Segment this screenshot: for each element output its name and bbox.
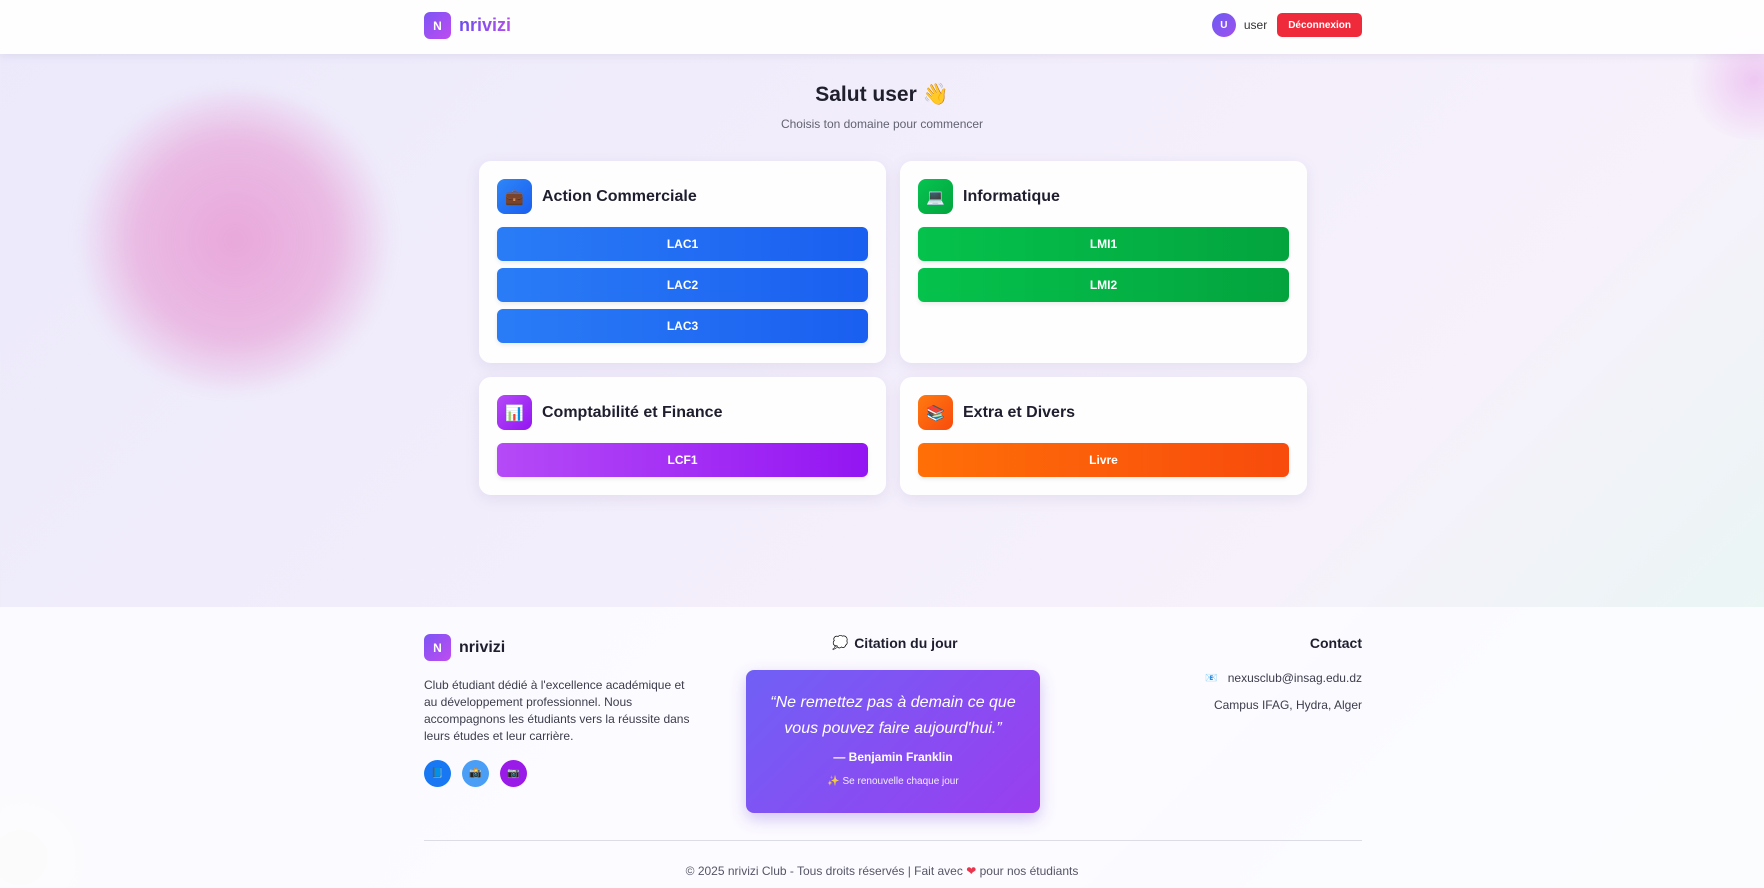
contact-heading: Contact: [1309, 635, 1362, 651]
brand-name: nrivizi: [459, 15, 512, 35]
level-button-livre[interactable]: Livre: [918, 443, 1289, 477]
bar-chart-icon: 📊: [497, 395, 532, 430]
quote-heading-label: Citation du jour: [854, 635, 958, 651]
level-button-lac1[interactable]: LAC1: [497, 227, 868, 261]
domain-card-comptabilite: 📊 Comptabilité et Finance LCF1: [479, 377, 886, 495]
quote-text: “Ne remettez pas à demain ce que vous po…: [770, 694, 1016, 737]
footer: N nrivizi Club étudiant dédié à l'excell…: [0, 607, 1764, 888]
domain-title: Comptabilité et Finance: [542, 403, 723, 421]
level-button-lac3[interactable]: LAC3: [497, 309, 868, 343]
domain-title: Informatique: [963, 187, 1060, 205]
level-button-lmi2[interactable]: LMI2: [918, 268, 1289, 302]
speech-bubble-icon: 💭: [832, 635, 849, 650]
level-button-lmi1[interactable]: LMI1: [918, 227, 1289, 261]
top-navbar: N nrivizi U user Déconnexion: [0, 0, 1764, 54]
domain-title: Action Commerciale: [542, 187, 697, 205]
logo-icon: N: [424, 634, 451, 661]
avatar[interactable]: U: [1211, 13, 1236, 37]
contact-email[interactable]: 📧 nexusclub@insag.edu.dz: [1205, 671, 1362, 685]
level-button-lac2[interactable]: LAC2: [497, 268, 868, 302]
footer-brand: N nrivizi: [424, 634, 505, 661]
domain-title: Extra et Divers: [963, 403, 1076, 421]
level-button-lcf1[interactable]: LCF1: [497, 443, 868, 477]
laptop-icon: 💻: [918, 179, 953, 214]
domain-card-informatique: 💻 Informatique LMI1 LMI2: [900, 161, 1307, 363]
copyright: © 2025 nrivizi Club - Tous droits réserv…: [0, 864, 1764, 878]
camera-icon[interactable]: 📷: [500, 760, 527, 787]
page-title: Salut user 👋: [815, 83, 949, 106]
quote-note: ✨ Se renouvelle chaque jour: [827, 776, 959, 787]
logout-button[interactable]: Déconnexion: [1277, 13, 1362, 37]
footer-divider: [424, 840, 1362, 841]
contact-email-text: nexusclub@insag.edu.dz: [1227, 671, 1362, 685]
domain-card-action-commerciale: 💼 Action Commerciale LAC1 LAC2 LAC3: [479, 161, 886, 363]
facebook-icon[interactable]: 📘: [424, 760, 451, 787]
page-subtitle: Choisis ton domaine pour commencer: [780, 117, 984, 131]
user-zone: U user Déconnexion: [1211, 13, 1362, 37]
copyright-prefix: © 2025 nrivizi Club - Tous droits réserv…: [685, 864, 963, 878]
copyright-suffix: pour nos étudiants: [979, 864, 1079, 878]
quote-heading: 💭 Citation du jour: [832, 635, 958, 651]
books-icon: 📚: [918, 395, 953, 430]
decorative-blob: [75, 90, 395, 390]
club-description: Club étudiant dédié à l'excellence acadé…: [424, 678, 690, 743]
username-label: user: [1243, 18, 1268, 32]
quote-card: “Ne remettez pas à demain ce que vous po…: [746, 670, 1040, 813]
quote-author: — Benjamin Franklin: [833, 750, 953, 764]
domain-card-extra: 📚 Extra et Divers Livre: [900, 377, 1307, 495]
brand-name: nrivizi: [459, 638, 506, 656]
social-links: 📘 📸 📷: [424, 760, 538, 787]
logo-icon: N: [424, 12, 451, 39]
mail-icon: 📧: [1205, 672, 1218, 684]
brand-link[interactable]: N nrivizi: [424, 12, 511, 39]
instagram-icon[interactable]: 📸: [462, 760, 489, 787]
briefcase-icon: 💼: [497, 179, 532, 214]
contact-address: Campus IFAG, Hydra, Alger: [1213, 698, 1362, 712]
heart-icon: ❤: [966, 864, 977, 878]
